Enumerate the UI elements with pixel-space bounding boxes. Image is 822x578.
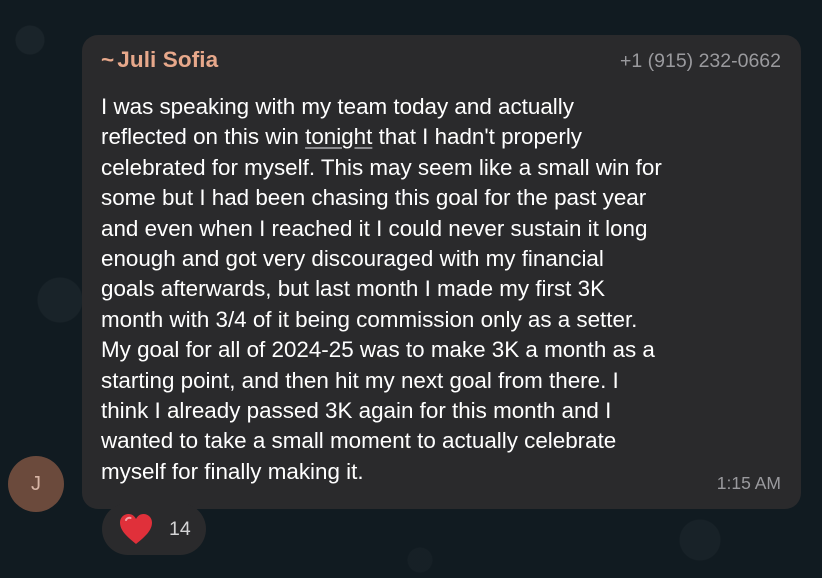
message-line: starting point, and then hit my next goa…: [101, 367, 619, 393]
message-line: and even when I reached it I could never…: [101, 215, 648, 241]
reaction-pill[interactable]: 14: [102, 503, 206, 555]
message-text: I was speaking with my team today and ac…: [101, 92, 781, 487]
sender-prefix: ~: [101, 47, 115, 72]
message-line: myself for finally making it.: [101, 458, 364, 484]
message-line: some but I had been chasing this goal fo…: [101, 185, 647, 211]
message-text-segment: that I hadn't properly: [372, 124, 582, 150]
message-line: goals afterwards, but last month I made …: [101, 276, 605, 302]
message-line: reflected on this win tonight that I had…: [101, 122, 781, 152]
avatar-initial: J: [31, 472, 41, 495]
message-line: think I already passed 3K again for this…: [101, 398, 612, 424]
sender-name[interactable]: ~ Juli Sofia: [101, 47, 218, 73]
message-line: I was speaking with my team today and ac…: [101, 94, 574, 119]
message-line: My goal for all of 2024-25 was to make 3…: [101, 337, 655, 363]
message-line: month with 3/4 of it being commission on…: [101, 306, 638, 332]
message-text-segment: reflected on this win: [101, 124, 306, 150]
message-header: ~ Juli Sofia +1 (915) 232-0662: [101, 47, 781, 77]
heart-icon: [120, 514, 152, 544]
message-timestamp: 1:15 AM: [716, 473, 781, 493]
sender-phone[interactable]: +1 (915) 232-0662: [620, 50, 781, 73]
sender-avatar[interactable]: J: [8, 456, 64, 512]
time-reference-link[interactable]: tonight: [305, 124, 372, 149]
message-line: enough and got very discouraged with my …: [101, 246, 604, 272]
sender-name-text: Juli Sofia: [117, 47, 219, 72]
message-bubble[interactable]: ~ Juli Sofia +1 (915) 232-0662 I was spea…: [82, 35, 801, 509]
message-line: wanted to take a small moment to actuall…: [101, 428, 617, 454]
reaction-count: 14: [169, 517, 191, 540]
message-line: celebrated for myself. This may seem lik…: [101, 154, 662, 180]
heart-shape: [120, 514, 152, 544]
